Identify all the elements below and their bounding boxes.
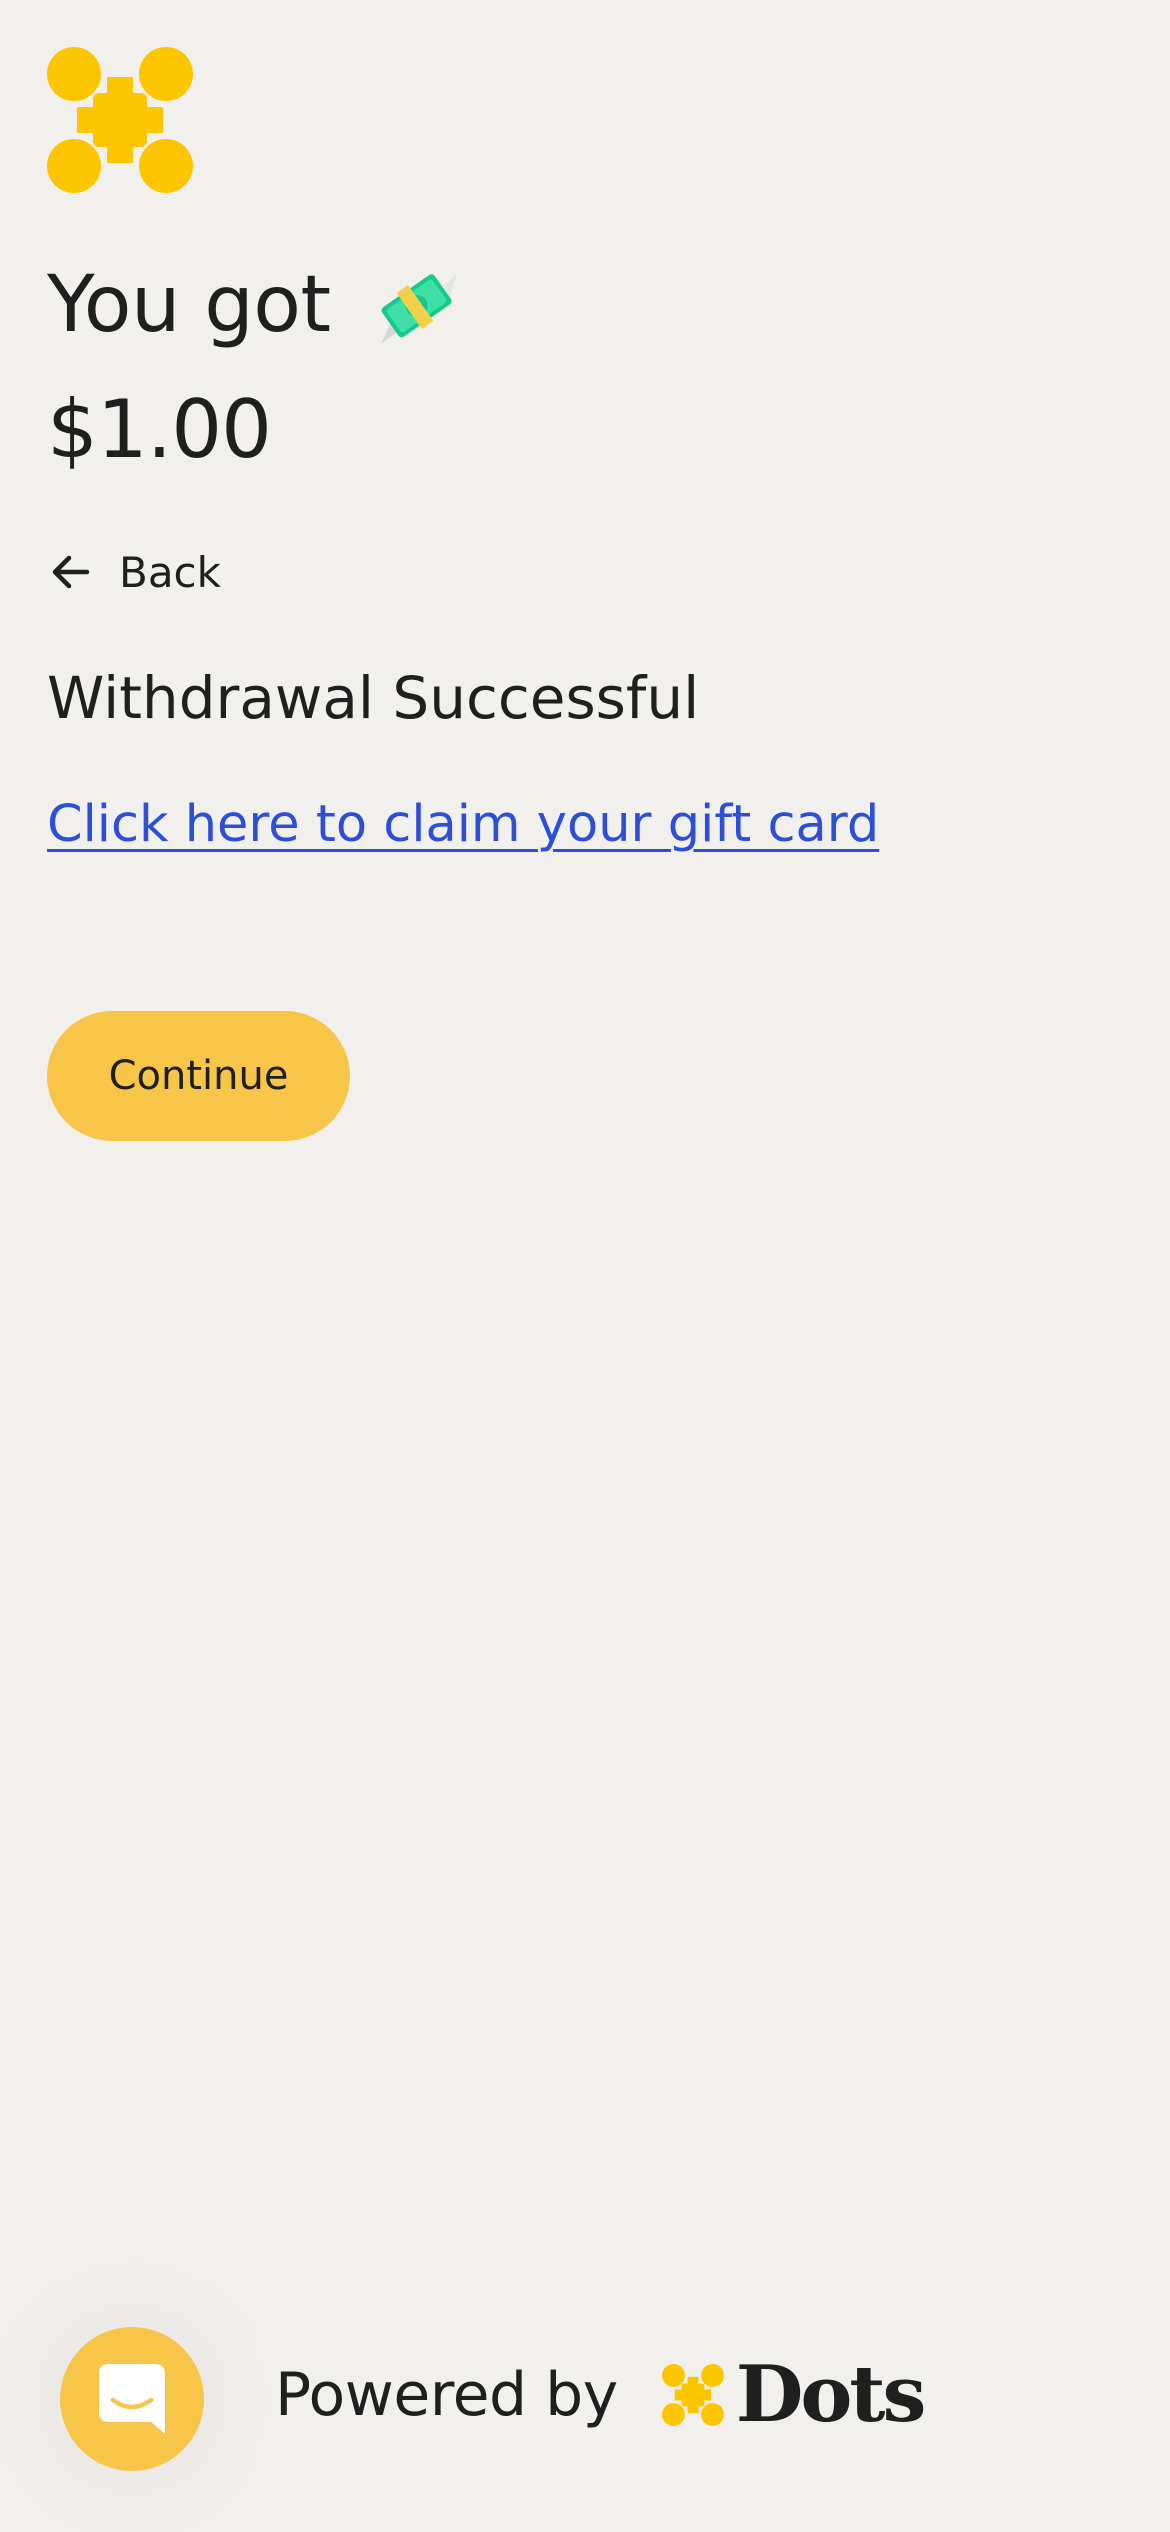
powered-by-label: Powered by	[275, 2360, 618, 2430]
headline: You got $	[47, 255, 461, 355]
arrow-left-icon	[52, 555, 90, 589]
back-label: Back	[119, 547, 221, 597]
dots-wordmark: Dots	[735, 2349, 927, 2440]
claim-gift-card-link[interactable]: Click here to claim your gift card	[47, 790, 879, 860]
dots-logo-small-icon	[661, 2364, 724, 2426]
amount: $1.00	[47, 383, 272, 476]
dots-brand: Dots	[661, 2349, 927, 2440]
continue-button[interactable]: Continue	[47, 1011, 350, 1141]
chat-launcher-button[interactable]	[60, 2327, 204, 2471]
dots-logo-icon	[47, 47, 193, 193]
withdrawal-status: Withdrawal Successful	[47, 664, 700, 732]
back-button[interactable]: Back	[47, 540, 221, 604]
powered-by-footer: Powered by Dots	[275, 2345, 927, 2445]
chat-bubble-icon	[99, 2364, 165, 2434]
headline-text: You got	[47, 260, 331, 350]
money-with-wings-icon: $	[371, 260, 461, 350]
